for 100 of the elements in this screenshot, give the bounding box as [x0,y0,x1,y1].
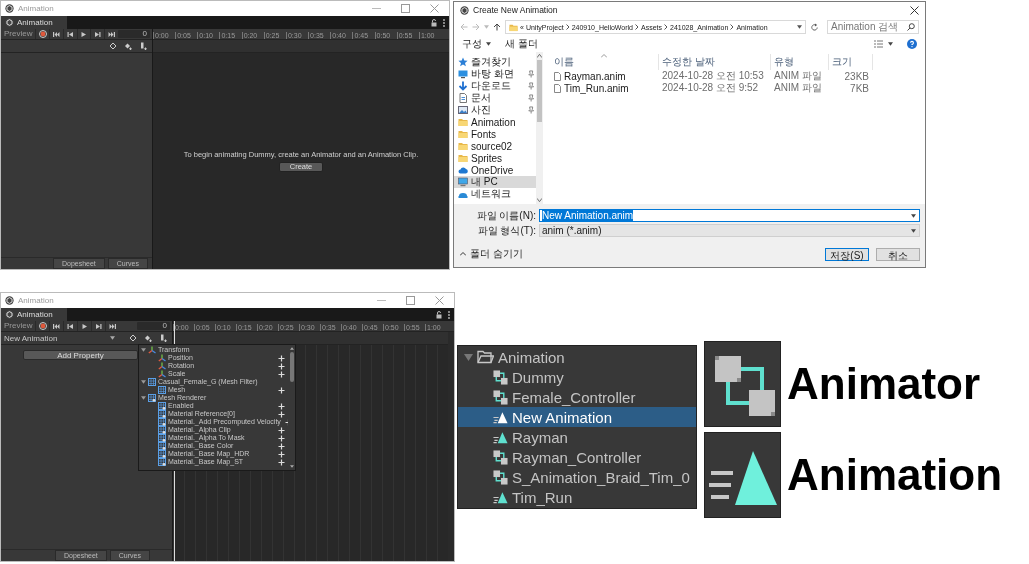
add-property-button[interactable]: Add Property [23,350,138,360]
grid-icon [148,378,156,386]
sidebar-item[interactable]: 문서 [454,92,536,104]
sidebar-item[interactable]: Animation [454,116,536,128]
plus-icon[interactable] [278,442,285,450]
save-button[interactable]: 저장(S) [825,247,869,261]
plus-icon[interactable] [278,450,285,458]
plus-icon[interactable] [278,370,285,378]
sidebar-item[interactable]: 사진 [454,104,536,116]
record-button[interactable] [35,321,50,331]
table-cell-text: 23KB [843,70,870,82]
frame-field[interactable]: 0 [117,30,150,38]
sidebar-item[interactable]: 다운로드 [454,80,536,92]
pin-icon[interactable] [527,94,534,102]
disclosure-icon[interactable] [141,396,146,400]
asset-item[interactable]: New Animation [458,407,696,427]
asset-item[interactable]: Rayman_Controller [458,447,696,467]
caret-icon[interactable] [911,213,916,218]
scrollbar[interactable] [288,345,295,470]
preview-toggle[interactable]: Preview [1,321,36,331]
cancel-button[interactable]: 취소 [876,247,920,261]
caret-icon[interactable] [110,336,115,340]
plus-icon[interactable] [278,410,285,418]
asset-item[interactable]: Tim_Run [458,487,696,507]
scroll-down-icon[interactable] [537,198,542,202]
star-icon [458,57,468,67]
download-icon [458,81,468,91]
asset-item[interactable]: Animation [458,347,696,367]
preview-toggle[interactable]: Preview [1,29,36,39]
filename-field[interactable]: New Animation.anim [539,209,920,222]
sidebar-item[interactable]: OneDrive [454,164,536,176]
window-tab[interactable]: Animation [1,16,67,29]
up-arrow-icon[interactable] [493,23,501,31]
record-button[interactable] [35,29,50,39]
add-event-icon [138,42,147,50]
maximize-icon[interactable] [401,4,410,13]
scrollbar[interactable] [448,332,454,561]
maximize-icon[interactable] [406,296,415,305]
plus-icon[interactable] [278,386,285,394]
pin-icon[interactable] [527,82,534,90]
help-icon[interactable] [907,39,917,49]
clip-dropdown[interactable]: New Animation [1,332,118,344]
plus-icon[interactable] [278,402,285,410]
asset-item[interactable]: Rayman [458,427,696,447]
sidebar-item[interactable]: 즐겨찾기 [454,56,536,68]
search-field[interactable]: Animation 검색 [827,20,919,34]
new-folder-button[interactable]: 새 폴더 [505,37,538,51]
lock-icon[interactable] [436,310,442,319]
plus-icon[interactable] [278,426,285,434]
column-header[interactable]: 크기 [829,54,873,70]
disclosure-icon[interactable] [141,348,146,352]
plus-icon[interactable] [278,458,285,466]
scroll-down-icon[interactable] [289,465,294,468]
organize-menu[interactable]: 구성 [462,37,491,51]
sidebar-item[interactable]: Sprites [454,152,536,164]
legend-label: Animation [787,450,1003,500]
add-keyframe-icon [123,42,132,50]
skip-end-button[interactable] [103,29,118,39]
plus-icon[interactable] [278,362,285,370]
scroll-up-icon[interactable] [289,347,294,350]
scrollbar[interactable] [536,52,543,204]
caret-icon[interactable] [486,42,491,46]
file-name[interactable]: Tim_Run.anim [551,82,659,94]
sidebar-item[interactable]: 바탕 화면 [454,68,536,80]
caret-icon[interactable] [911,228,916,233]
lock-icon[interactable] [431,18,437,27]
sidebar-item[interactable]: source02 [454,140,536,152]
linked-squares-icon [493,469,508,485]
record-icon [38,322,47,330]
hide-folders-toggle[interactable]: 폴더 숨기기 [460,247,523,261]
plus-icon[interactable] [278,434,285,442]
pin-icon[interactable] [527,106,534,114]
window-tab[interactable]: Animation [1,308,67,321]
sidebar-item[interactable]: 네트워크 [454,188,536,200]
folder-icon [477,350,494,364]
disclosure-icon[interactable] [463,353,473,361]
sidebar-item[interactable]: Fonts [454,128,536,140]
pin-icon[interactable] [527,70,534,78]
frame-field[interactable]: 0 [137,322,170,330]
caret-icon[interactable] [888,42,893,46]
skip-start-button[interactable] [49,29,63,39]
scroll-up-icon[interactable] [537,54,542,58]
close-icon[interactable] [910,5,919,15]
asset-item[interactable]: Dummy [458,367,696,387]
view-menu[interactable] [874,40,893,48]
refresh-icon[interactable] [810,22,819,32]
filetype-dropdown[interactable]: anim (*.anim) [539,224,920,237]
column-header[interactable]: 수정한 날짜 [659,54,771,70]
monitor-icon [458,69,468,79]
dropdown-caret-icon[interactable] [797,25,802,29]
column-header[interactable]: 유형 [771,54,829,70]
plus-icon[interactable] [278,354,285,362]
field-label: 파일 형식(T): [476,223,536,238]
step-forward-button[interactable] [90,29,104,39]
disclosure-icon[interactable] [141,380,146,384]
column-header[interactable]: 이름 [551,54,659,70]
asset-item[interactable]: Female_Controller [458,387,696,407]
file-name[interactable]: Rayman.anim [551,70,659,82]
asset-item[interactable]: S_Animation_Braid_Tim_0 [458,467,696,487]
sidebar-item[interactable]: 내 PC [454,176,536,188]
